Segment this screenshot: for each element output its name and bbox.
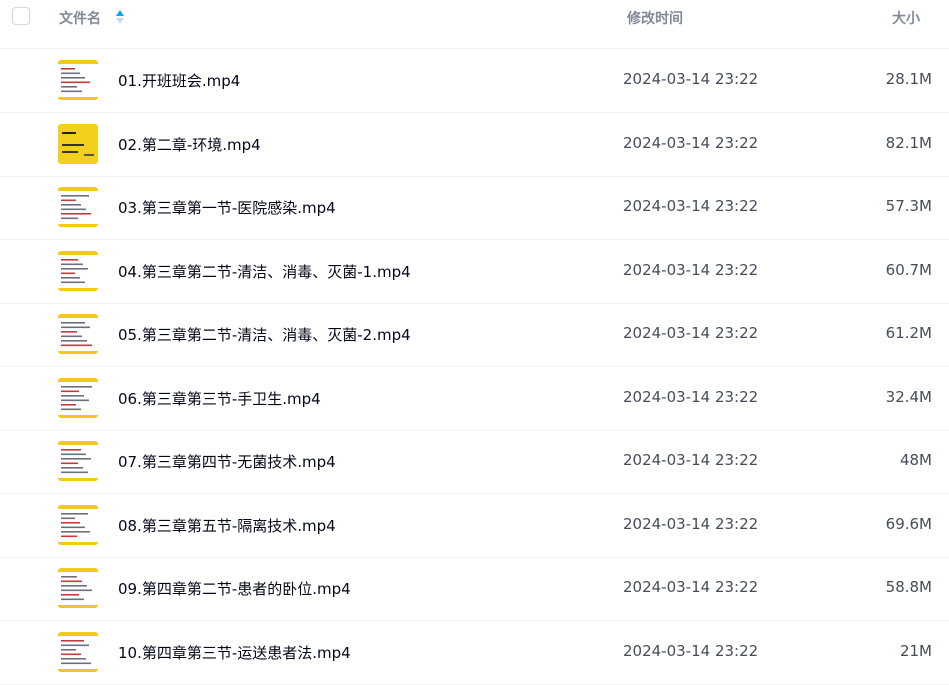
column-header-modified[interactable]: 修改时间 bbox=[627, 8, 683, 28]
file-size: 21M bbox=[899, 642, 932, 660]
file-name-link[interactable]: 07.第三章第四节-无菌技术.mp4 bbox=[118, 451, 336, 472]
modified-time: 2024-03-14 23:22 bbox=[623, 70, 759, 88]
modified-time: 2024-03-14 23:22 bbox=[623, 578, 759, 596]
file-row[interactable]: 07.第三章第四节-无菌技术.mp4 2024-03-14 23:22 48M bbox=[0, 430, 949, 494]
file-size: 57.3M bbox=[885, 197, 932, 215]
modified-time: 2024-03-14 23:22 bbox=[623, 642, 759, 660]
video-thumbnail[interactable] bbox=[58, 314, 98, 354]
video-thumbnail[interactable] bbox=[58, 124, 98, 164]
modified-time: 2024-03-14 23:22 bbox=[623, 261, 759, 279]
file-name-link[interactable]: 08.第三章第五节-隔离技术.mp4 bbox=[118, 515, 336, 536]
video-thumbnail[interactable] bbox=[58, 378, 98, 418]
video-thumbnail[interactable] bbox=[58, 60, 98, 100]
video-thumbnail[interactable] bbox=[58, 568, 98, 608]
modified-time: 2024-03-14 23:22 bbox=[623, 134, 759, 152]
file-row[interactable]: 01.开班班会.mp4 2024-03-14 23:22 28.1M bbox=[0, 49, 949, 113]
file-size: 69.6M bbox=[885, 515, 932, 533]
file-size: 28.1M bbox=[885, 70, 932, 88]
video-thumbnail[interactable] bbox=[58, 441, 98, 481]
file-name-link[interactable]: 10.第四章第三节-运送患者法.mp4 bbox=[118, 642, 351, 663]
file-name-link[interactable]: 06.第三章第三节-手卫生.mp4 bbox=[118, 388, 321, 409]
file-size: 58.8M bbox=[885, 578, 932, 596]
video-thumbnail[interactable] bbox=[58, 505, 98, 545]
file-size: 60.7M bbox=[885, 261, 932, 279]
modified-time: 2024-03-14 23:22 bbox=[623, 515, 759, 533]
modified-time: 2024-03-14 23:22 bbox=[623, 388, 759, 406]
file-list-header: 文件名 修改时间 大小 bbox=[0, 0, 949, 49]
video-thumbnail[interactable] bbox=[58, 251, 98, 291]
video-thumbnail[interactable] bbox=[58, 632, 98, 672]
column-header-size[interactable]: 大小 bbox=[892, 8, 920, 28]
file-size: 32.4M bbox=[885, 388, 932, 406]
select-all-checkbox[interactable] bbox=[12, 7, 30, 25]
file-row[interactable]: 03.第三章第一节-医院感染.mp4 2024-03-14 23:22 57.3M bbox=[0, 176, 949, 240]
file-size: 48M bbox=[899, 451, 932, 469]
file-size: 82.1M bbox=[885, 134, 932, 152]
file-row[interactable]: 02.第二章-环境.mp4 2024-03-14 23:22 82.1M bbox=[0, 113, 949, 177]
file-row[interactable]: 05.第三章第二节-清洁、消毒、灭菌-2.mp4 2024-03-14 23:22… bbox=[0, 303, 949, 367]
file-name-link[interactable]: 05.第三章第二节-清洁、消毒、灭菌-2.mp4 bbox=[118, 324, 411, 345]
video-thumbnail[interactable] bbox=[58, 187, 98, 227]
modified-time: 2024-03-14 23:22 bbox=[623, 324, 759, 342]
file-name-link[interactable]: 03.第三章第一节-医院感染.mp4 bbox=[118, 197, 336, 218]
file-name-link[interactable]: 04.第三章第二节-清洁、消毒、灭菌-1.mp4 bbox=[118, 261, 411, 282]
file-size: 61.2M bbox=[885, 324, 932, 342]
file-row[interactable]: 06.第三章第三节-手卫生.mp4 2024-03-14 23:22 32.4M bbox=[0, 367, 949, 431]
file-row[interactable]: 04.第三章第二节-清洁、消毒、灭菌-1.mp4 2024-03-14 23:22… bbox=[0, 240, 949, 304]
file-row[interactable]: 10.第四章第三节-运送患者法.mp4 2024-03-14 23:22 21M bbox=[0, 621, 949, 685]
file-name-link[interactable]: 09.第四章第二节-患者的卧位.mp4 bbox=[118, 578, 351, 599]
file-name-link[interactable]: 02.第二章-环境.mp4 bbox=[118, 134, 261, 155]
modified-time: 2024-03-14 23:22 bbox=[623, 197, 759, 215]
file-name-link[interactable]: 01.开班班会.mp4 bbox=[118, 70, 240, 91]
file-row[interactable]: 08.第三章第五节-隔离技术.mp4 2024-03-14 23:22 69.6M bbox=[0, 494, 949, 558]
sort-ascending-icon[interactable] bbox=[115, 9, 125, 25]
file-row[interactable]: 09.第四章第二节-患者的卧位.mp4 2024-03-14 23:22 58.8M bbox=[0, 557, 949, 621]
modified-time: 2024-03-14 23:22 bbox=[623, 451, 759, 469]
column-header-name[interactable]: 文件名 bbox=[59, 8, 101, 28]
